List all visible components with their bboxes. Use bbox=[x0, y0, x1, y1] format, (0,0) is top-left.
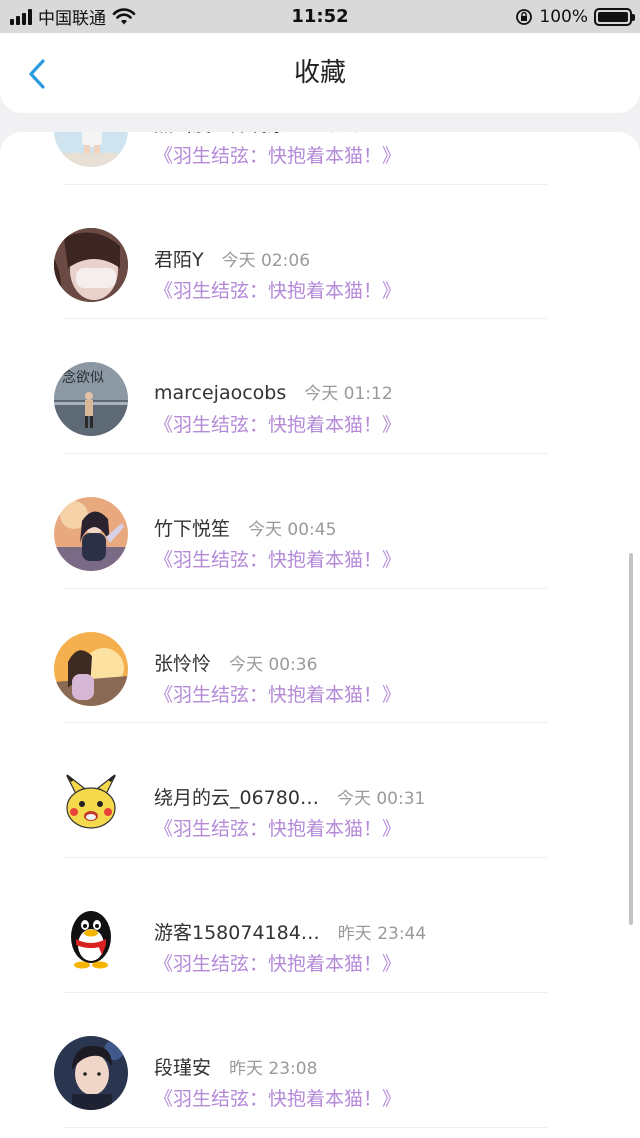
list-item[interactable]: 熊出没 · 钤吭原… 今天 03:01 《羽生结弦：快抱着本猫！》 bbox=[0, 132, 640, 185]
avatar[interactable] bbox=[54, 901, 128, 976]
user-name[interactable]: 绕月的云_06780… bbox=[154, 783, 319, 810]
work-title[interactable]: 《羽生结弦：快抱着本猫！》 bbox=[154, 410, 401, 437]
work-title[interactable]: 《羽生结弦：快抱着本猫！》 bbox=[154, 680, 401, 707]
name-line: 竹下悦笙 今天 00:45 bbox=[154, 514, 336, 541]
work-title[interactable]: 《羽生结弦：快抱着本猫！》 bbox=[154, 949, 401, 976]
name-line: 段瑾安 昨天 23:08 bbox=[154, 1053, 317, 1080]
work-title[interactable]: 《羽生结弦：快抱着本猫！》 bbox=[154, 141, 401, 168]
list-item[interactable]: 君陌Y 今天 02:06 《羽生结弦：快抱着本猫！》 bbox=[0, 185, 640, 320]
timestamp: 昨天 23:44 bbox=[337, 924, 427, 945]
avatar[interactable]: 念欲似 bbox=[54, 362, 128, 437]
name-line: marcejaocobs 今天 01:12 bbox=[154, 379, 393, 404]
name-line: 君陌Y 今天 02:06 bbox=[154, 245, 310, 272]
timestamp: 今天 02:06 bbox=[221, 250, 311, 271]
nav-bar: 收藏 bbox=[0, 33, 640, 113]
timestamp: 今天 00:45 bbox=[248, 520, 337, 541]
battery-percent: 100% bbox=[539, 6, 588, 27]
timestamp: 昨天 23:08 bbox=[229, 1058, 318, 1079]
avatar[interactable] bbox=[54, 227, 128, 302]
avatar[interactable] bbox=[54, 631, 128, 706]
timestamp: 今天 03:01 bbox=[323, 132, 411, 136]
work-title[interactable]: 《羽生结弦：快抱着本猫！》 bbox=[154, 1084, 401, 1111]
favorites-list-panel: 熊出没 · 钤吭原… 今天 03:01 《羽生结弦：快抱着本猫！》 君陌Y 今天… bbox=[0, 132, 640, 1138]
avatar[interactable] bbox=[54, 132, 128, 167]
list-item[interactable]: 绕月的云_06780… 今天 00:31 《羽生结弦：快抱着本猫！》 bbox=[0, 723, 640, 859]
favorites-list: 熊出没 · 钤吭原… 今天 03:01 《羽生结弦：快抱着本猫！》 君陌Y 今天… bbox=[0, 132, 640, 1128]
name-line: 游客158074184… 昨天 23:44 bbox=[154, 918, 426, 945]
user-name[interactable]: 熊出没 · 钤吭原… bbox=[154, 132, 305, 137]
name-line: 熊出没 · 钤吭原… 今天 03:01 bbox=[154, 132, 412, 137]
user-name[interactable]: 竹下悦笙 bbox=[154, 514, 230, 541]
list-item[interactable]: 游客158074184… 昨天 23:44 《羽生结弦：快抱着本猫！》 bbox=[0, 858, 640, 993]
page-title: 收藏 bbox=[293, 58, 346, 88]
work-title[interactable]: 《羽生结弦：快抱着本猫！》 bbox=[154, 814, 401, 841]
user-name[interactable]: 张怜怜 bbox=[154, 649, 211, 676]
battery-level bbox=[598, 11, 628, 22]
list-item[interactable]: 竹下悦笙 今天 00:45 《羽生结弦：快抱着本猫！》 bbox=[0, 454, 640, 589]
svg-text:念欲似: 念欲似 bbox=[62, 369, 104, 386]
list-item[interactable]: 张怜怜 今天 00:36 《羽生结弦：快抱着本猫！》 bbox=[0, 589, 640, 724]
name-line: 绕月的云_06780… 今天 00:31 bbox=[154, 783, 425, 810]
battery-icon bbox=[594, 7, 635, 26]
avatar[interactable] bbox=[54, 766, 128, 841]
status-right: 100% bbox=[515, 0, 635, 33]
timestamp: 今天 00:36 bbox=[229, 654, 318, 675]
user-name[interactable]: 段瑾安 bbox=[154, 1053, 211, 1080]
orientation-lock-icon bbox=[516, 8, 533, 25]
avatar[interactable] bbox=[54, 1035, 128, 1110]
timestamp: 今天 00:31 bbox=[336, 789, 426, 810]
user-name[interactable]: 君陌Y bbox=[154, 245, 204, 272]
name-line: 张怜怜 今天 00:36 bbox=[154, 649, 317, 676]
user-name[interactable]: 游客158074184… bbox=[154, 918, 320, 945]
avatar[interactable] bbox=[54, 497, 128, 572]
status-bar: 中国联通 11:52 100% bbox=[0, 0, 640, 33]
user-name[interactable]: marcejaocobs bbox=[154, 382, 286, 404]
work-title[interactable]: 《羽生结弦：快抱着本猫！》 bbox=[154, 276, 401, 303]
timestamp: 今天 01:12 bbox=[304, 384, 393, 405]
divider bbox=[64, 1126, 548, 1128]
scrollbar[interactable] bbox=[629, 553, 633, 925]
list-item[interactable]: 段瑾安 昨天 23:08 《羽生结弦：快抱着本猫！》 bbox=[0, 993, 640, 1128]
work-title[interactable]: 《羽生结弦：快抱着本猫！》 bbox=[154, 545, 401, 572]
list-item[interactable]: 念欲似 marcejaocobs 今天 01:12 《羽生结弦：快抱着本猫！》 bbox=[0, 319, 640, 455]
